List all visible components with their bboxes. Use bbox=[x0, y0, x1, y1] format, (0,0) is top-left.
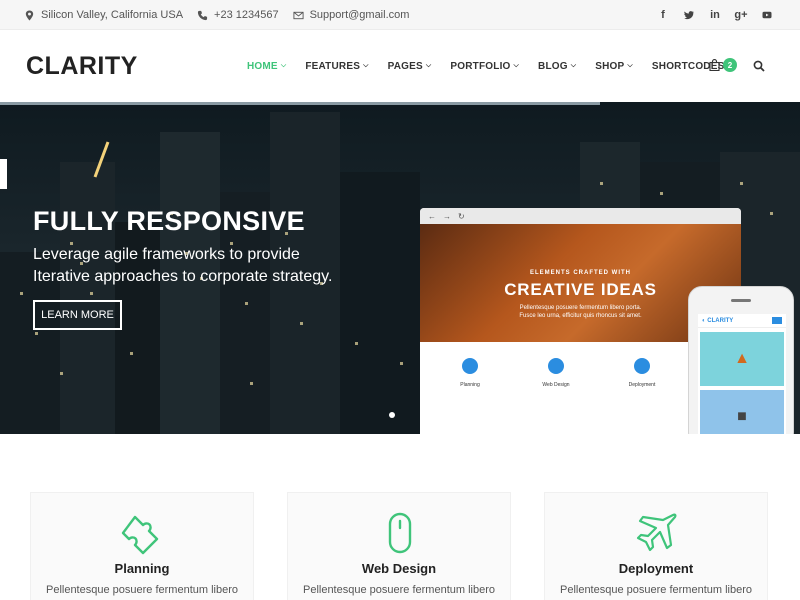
social-links: f in g+ bbox=[658, 0, 772, 30]
twitter-icon[interactable] bbox=[684, 9, 694, 21]
zebra-icon: ■ bbox=[700, 390, 784, 434]
chevron-down-icon: ⌵ bbox=[280, 62, 287, 69]
youtube-icon[interactable] bbox=[762, 9, 772, 21]
mockup-small-heading: ELEMENTS CRAFTED WITH bbox=[530, 270, 631, 276]
search-icon[interactable] bbox=[753, 60, 765, 72]
mail-icon bbox=[293, 11, 304, 19]
email-link[interactable]: Support@gmail.com bbox=[310, 9, 410, 21]
mockup-feature-text bbox=[430, 391, 510, 396]
slider-progress-bar bbox=[0, 102, 600, 105]
hamburger-icon bbox=[772, 317, 782, 324]
feature-card-deployment: Deployment Pellentesque posuere fermentu… bbox=[544, 492, 768, 600]
cart-count-badge: 2 bbox=[723, 58, 737, 72]
phone-logo: CLARITY bbox=[707, 317, 734, 324]
feature-card-web-design: Web Design Pellentesque posuere fermentu… bbox=[287, 492, 511, 600]
puzzle-icon bbox=[462, 358, 478, 374]
hero-subtitle-line: Leverage agile frameworks to provide bbox=[33, 246, 300, 263]
mockup-feature-title: Web Design bbox=[542, 382, 570, 388]
nav-item-blog[interactable]: BLOG ⌵ bbox=[538, 61, 576, 72]
site-header: CLARITY HOME ⌵ FEATURES ⌵ PAGES ⌵ PORTFOLIO… bbox=[0, 30, 800, 102]
phone-text: +23 1234567 bbox=[214, 9, 279, 21]
chevron-down-icon: ⌵ bbox=[627, 62, 633, 69]
phone-mockup-image: ◐ CLARITY ▲ ■ bbox=[688, 286, 794, 434]
puzzle-icon bbox=[121, 515, 159, 555]
card-text: Pellentesque posuere fermentum libero bbox=[45, 584, 238, 596]
settings-side-tab[interactable] bbox=[0, 159, 7, 189]
main-nav: HOME ⌵ FEATURES ⌵ PAGES ⌵ PORTFOLIO ⌵ BLOG ⌵ … bbox=[247, 30, 752, 102]
card-title: Planning bbox=[114, 561, 170, 576]
features-section: Planning Pellentesque posuere fermentum … bbox=[0, 434, 800, 600]
location-text: Silicon Valley, California USA bbox=[41, 9, 184, 21]
top-info-bar: Silicon Valley, California USA +23 12345… bbox=[0, 0, 800, 30]
contact-info: Silicon Valley, California USA +23 12345… bbox=[24, 0, 409, 30]
nav-item-home[interactable]: HOME ⌵ bbox=[247, 61, 286, 72]
shopping-bag-icon bbox=[709, 59, 720, 71]
mockup-feature-title: Deployment bbox=[628, 382, 656, 388]
chevron-down-icon: ⌵ bbox=[570, 62, 577, 69]
fox-icon: ▲ bbox=[700, 332, 784, 386]
nav-item-features[interactable]: FEATURES ⌵ bbox=[305, 61, 368, 72]
site-logo[interactable]: CLARITY bbox=[26, 52, 138, 81]
location-pin-icon bbox=[25, 9, 34, 21]
airplane-icon bbox=[636, 513, 677, 552]
plane-icon bbox=[634, 358, 650, 374]
mockup-feature-text bbox=[516, 391, 596, 396]
phone-header: ◐ CLARITY bbox=[698, 314, 786, 328]
forward-arrow-icon: → bbox=[443, 211, 451, 221]
facebook-icon[interactable]: f bbox=[658, 9, 668, 21]
mockup-feature: Web Design bbox=[516, 358, 596, 396]
chevron-down-icon: ⌵ bbox=[513, 62, 520, 69]
refresh-icon: ↻ bbox=[458, 211, 465, 221]
email-info[interactable]: Support@gmail.com bbox=[293, 9, 410, 21]
mockup-feature-title: Planning bbox=[460, 382, 480, 388]
learn-more-button[interactable]: LEARN MORE bbox=[33, 300, 122, 330]
browser-chrome: ← → ↻ bbox=[420, 208, 741, 224]
mockup-feature: Planning bbox=[430, 358, 510, 396]
back-arrow-icon: ← bbox=[428, 211, 436, 221]
mouse-icon bbox=[548, 358, 564, 374]
chevron-down-icon: ⌵ bbox=[425, 62, 432, 69]
location-info: Silicon Valley, California USA bbox=[24, 9, 183, 21]
mouse-icon bbox=[388, 512, 412, 554]
nav-item-shop[interactable]: SHOP ⌵ bbox=[595, 61, 633, 72]
nav-item-pages[interactable]: PAGES ⌵ bbox=[388, 61, 432, 72]
phone-icon bbox=[197, 10, 208, 20]
hero-subtitle: Leverage agile frameworks to provide Ite… bbox=[33, 244, 373, 288]
mockup-feature-text bbox=[602, 391, 682, 396]
nav-item-portfolio[interactable]: PORTFOLIO ⌵ bbox=[450, 61, 519, 72]
chevron-down-icon: ⌵ bbox=[363, 62, 369, 69]
cart-button[interactable]: 2 bbox=[709, 58, 737, 72]
hero-slider: FULLY RESPONSIVE Leverage agile framewor… bbox=[0, 102, 800, 434]
hero-title: FULLY RESPONSIVE bbox=[33, 206, 305, 236]
phone-speaker bbox=[731, 299, 751, 302]
phone-screen: ◐ CLARITY ▲ ■ bbox=[698, 314, 786, 434]
card-title: Deployment bbox=[618, 561, 694, 576]
feature-card-planning: Planning Pellentesque posuere fermentum … bbox=[30, 492, 254, 600]
slider-dot[interactable] bbox=[389, 412, 395, 418]
card-title: Web Design bbox=[361, 561, 437, 576]
google-plus-icon[interactable]: g+ bbox=[734, 9, 747, 21]
phone-info: +23 1234567 bbox=[197, 9, 279, 21]
card-text: Pellentesque posuere fermentum libero bbox=[559, 584, 752, 596]
mockup-feature: Deployment bbox=[602, 358, 682, 396]
card-text: Pellentesque posuere fermentum libero bbox=[302, 584, 495, 596]
hero-subtitle-line: Iterative approaches to corporate strate… bbox=[33, 268, 333, 285]
linkedin-icon[interactable]: in bbox=[710, 9, 720, 21]
